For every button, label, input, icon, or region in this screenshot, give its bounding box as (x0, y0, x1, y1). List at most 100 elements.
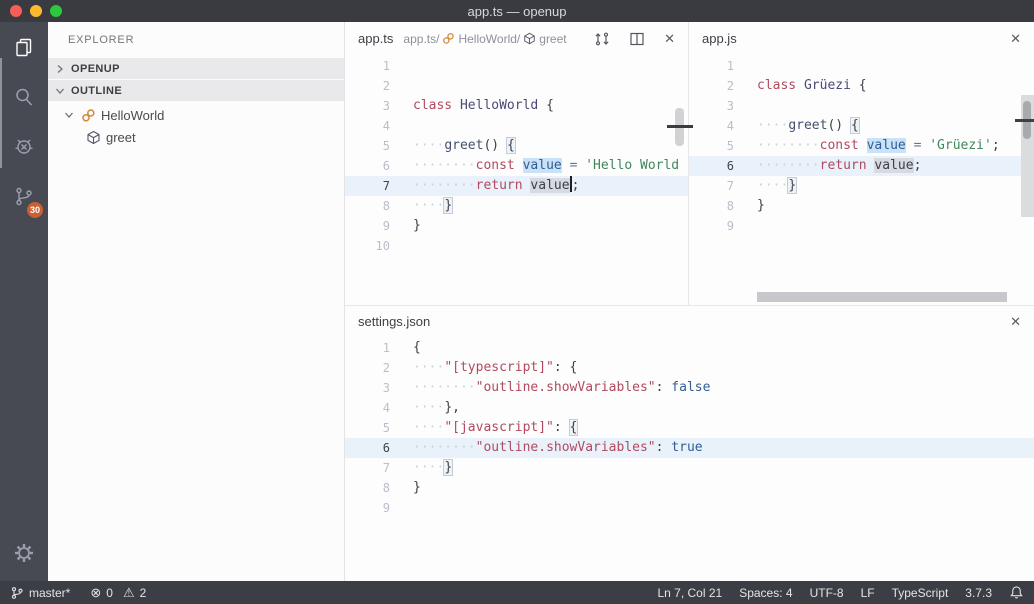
symbol-cube-icon (86, 130, 101, 145)
breadcrumb-class[interactable]: HelloWorld/ (458, 32, 520, 46)
code-line[interactable]: 7········return value; (345, 176, 688, 196)
code-line[interactable]: 8····} (345, 196, 688, 216)
line-text: ········return value; (734, 156, 921, 176)
activity-debug-button[interactable] (0, 122, 48, 172)
line-text: ········"outline.showVariables": true (390, 438, 703, 458)
breadcrumb: app.ts/ HelloWorld/ (403, 32, 566, 46)
activity-explorer-button[interactable] (0, 22, 48, 72)
code-line[interactable]: 3class HelloWorld { (345, 96, 688, 116)
notifications-bell-icon[interactable] (1009, 585, 1024, 600)
code-line[interactable]: 5····"[javascript]": { (345, 418, 1034, 438)
code-line[interactable]: 4 (345, 116, 688, 136)
line-number: 6 (345, 156, 390, 176)
encoding-item[interactable]: UTF-8 (810, 586, 844, 600)
activity-settings-button[interactable] (0, 528, 48, 578)
outline-method-label: greet (106, 130, 136, 145)
indentation-item[interactable]: Spaces: 4 (739, 586, 792, 600)
symbol-class-icon (442, 32, 455, 45)
window-title: app.ts — openup (467, 4, 566, 19)
line-number: 2 (689, 76, 734, 96)
close-window-button[interactable] (10, 5, 22, 17)
code-line[interactable]: 8} (345, 478, 1034, 498)
editor-actions: ✕ (594, 31, 675, 47)
code-line[interactable]: 2····"[typescript]": { (345, 358, 1034, 378)
code-editor-settings-json: 1{2····"[typescript]": {3········"outlin… (345, 337, 1034, 518)
code-line[interactable]: 6········const value = 'Hello World (345, 156, 688, 176)
problems-status-item[interactable]: ⊗ 0 ⚠ 2 (90, 586, 146, 600)
line-number: 1 (345, 56, 390, 76)
horizontal-scrollbar[interactable] (757, 292, 1007, 302)
outline-tree: HelloWorld greet (48, 102, 344, 148)
vertical-scrollbar[interactable] (1021, 95, 1034, 217)
branch-status-item[interactable]: master* (10, 586, 70, 600)
open-changes-icon[interactable] (594, 31, 610, 47)
line-number: 8 (345, 196, 390, 216)
breadcrumb-file[interactable]: app.ts/ (403, 32, 439, 46)
minimize-window-button[interactable] (30, 5, 42, 17)
line-text: ····} (390, 196, 452, 216)
code-line[interactable]: 3········"outline.showVariables": false (345, 378, 1034, 398)
line-text: } (390, 216, 421, 236)
code-line[interactable]: 8} (689, 196, 1034, 216)
code-line[interactable]: 2class Grüezi { (689, 76, 1034, 96)
line-number: 4 (689, 116, 734, 136)
split-editor-icon[interactable] (629, 31, 645, 47)
code-line[interactable]: 6········return value; (689, 156, 1034, 176)
vscode-window: app.ts — openup (0, 0, 1034, 604)
chevron-down-icon (53, 84, 67, 98)
code-line[interactable]: 2 (345, 76, 688, 96)
close-icon[interactable]: ✕ (1010, 315, 1021, 328)
code-line[interactable]: 3 (689, 96, 1034, 116)
tab-settings-json[interactable]: settings.json (358, 314, 430, 329)
line-number: 6 (689, 156, 734, 176)
outline-class-label: HelloWorld (101, 108, 164, 123)
editor-area: app.ts app.ts/ HelloWorld/ (345, 22, 1034, 581)
zoom-window-button[interactable] (50, 5, 62, 17)
ts-version-item[interactable]: 3.7.3 (965, 586, 992, 600)
code-line[interactable]: 1 (345, 56, 688, 76)
line-number: 1 (689, 56, 734, 76)
line-text (390, 76, 413, 96)
activity-source-control-button[interactable]: 30 (0, 172, 48, 222)
language-item[interactable]: TypeScript (892, 586, 949, 600)
outline-item-greet[interactable]: greet (48, 126, 344, 148)
code-line[interactable]: 7····} (345, 458, 1034, 478)
line-number: 9 (345, 498, 390, 518)
line-text (390, 116, 413, 136)
tab-app-ts[interactable]: app.ts (358, 31, 393, 46)
code-line[interactable]: 7····} (689, 176, 1034, 196)
code-line[interactable]: 1{ (345, 338, 1034, 358)
code-line[interactable]: 9} (345, 216, 688, 236)
eol-item[interactable]: LF (861, 586, 875, 600)
code-line[interactable]: 5····greet() { (345, 136, 688, 156)
section-outline[interactable]: OUTLINE (48, 80, 344, 101)
line-text: ········"outline.showVariables": false (390, 378, 710, 398)
line-number: 7 (345, 176, 390, 196)
code-line[interactable]: 6········"outline.showVariables": true (345, 438, 1034, 458)
tab-app-js[interactable]: app.js (702, 31, 737, 46)
editor-group-bottom: settings.json ✕ 1{2····"[typescript]": {… (345, 305, 1034, 581)
section-openup-label: OPENUP (71, 63, 120, 75)
activity-search-button[interactable] (0, 72, 48, 122)
line-text: ····"[javascript]": { (390, 418, 577, 438)
explorer-sidebar: EXPLORER OPENUP OUTLINE (48, 22, 345, 581)
cursor-position-item[interactable]: Ln 7, Col 21 (657, 586, 722, 600)
close-icon[interactable]: ✕ (1010, 32, 1021, 45)
code-line[interactable]: 4····}, (345, 398, 1034, 418)
editor-group-top: app.ts app.ts/ HelloWorld/ (345, 22, 1034, 305)
breadcrumb-symbol[interactable]: greet (539, 32, 566, 46)
outline-item-helloworld[interactable]: HelloWorld (48, 104, 344, 126)
line-number: 6 (345, 438, 390, 458)
code-line[interactable]: 9 (345, 498, 1034, 518)
close-icon[interactable]: ✕ (664, 32, 675, 45)
code-line[interactable]: 1 (689, 56, 1034, 76)
debug-bug-icon (12, 135, 36, 159)
line-number: 3 (345, 378, 390, 398)
code-line[interactable]: 9 (689, 216, 1034, 236)
code-line[interactable]: 10 (345, 236, 688, 256)
code-line[interactable]: 4····greet() { (689, 116, 1034, 136)
line-text: ····} (390, 458, 452, 478)
section-openup[interactable]: OPENUP (48, 58, 344, 79)
code-line[interactable]: 5········const value = 'Grüezi'; (689, 136, 1034, 156)
line-number: 5 (345, 136, 390, 156)
